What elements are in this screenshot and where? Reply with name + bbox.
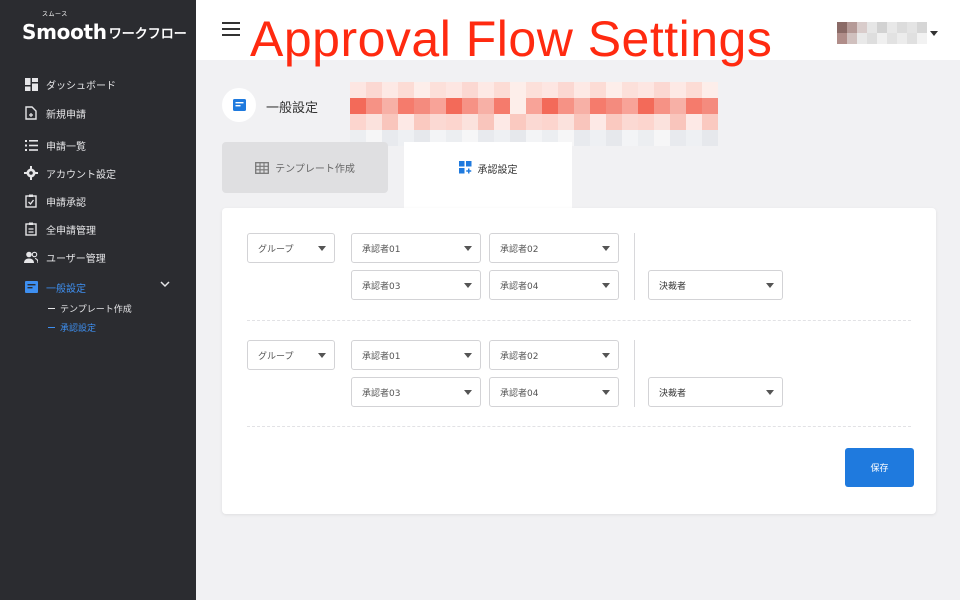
sidebar-item-label: ユーザー管理	[46, 253, 106, 265]
sidebar-item-label: 申請承認	[46, 197, 86, 209]
approver-select-value: 承認者02	[500, 244, 539, 255]
dropdown-arrow-icon	[602, 246, 610, 251]
sidebar-item-label: 一般設定	[46, 283, 86, 295]
final-approver-select[interactable]: 決裁者	[648, 377, 783, 407]
sidebar-item-label: アカウント設定	[46, 169, 116, 181]
redacted-block	[350, 82, 718, 146]
group-select-value: グループ	[258, 244, 294, 255]
dropdown-arrow-icon	[464, 283, 472, 288]
approver-select-04[interactable]: 承認者04	[489, 377, 619, 407]
overlay-title: Approval Flow Settings	[250, 11, 773, 67]
sidebar-item-request-approval[interactable]: 申請承認	[24, 191, 86, 211]
tab-label: 承認設定	[477, 165, 518, 176]
approver-select-02[interactable]: 承認者02	[489, 233, 619, 263]
user-name-redacted	[837, 22, 927, 44]
logo-ruby: スムース	[42, 11, 68, 18]
approver-select-03[interactable]: 承認者03	[351, 377, 481, 407]
approver-select-value: 承認者04	[500, 388, 539, 399]
page-icon	[222, 88, 256, 122]
dashboard-icon	[24, 77, 38, 91]
clipboard-icon	[24, 222, 38, 236]
sidebar-subitem-template[interactable]: テンプレート作成	[48, 302, 132, 315]
dropdown-arrow-icon	[464, 390, 472, 395]
logo-brand: Smooth	[22, 20, 107, 44]
approver-select-value: 承認者01	[362, 244, 401, 255]
tab-approval-settings[interactable]: 承認設定	[404, 142, 572, 212]
tab-template[interactable]: テンプレート作成	[222, 142, 388, 193]
approver-select-value: 承認者03	[362, 281, 401, 292]
sidebar-item-label: 新規申請	[46, 109, 86, 121]
gear-icon	[24, 166, 38, 180]
dropdown-arrow-icon	[318, 353, 326, 358]
dropdown-arrow-icon	[602, 283, 610, 288]
divider	[634, 233, 635, 300]
approver-select-04[interactable]: 承認者04	[489, 270, 619, 300]
approval-grid-icon	[458, 161, 472, 174]
final-approver-select[interactable]: 決裁者	[648, 270, 783, 300]
table-grid-icon	[255, 161, 270, 174]
list-icon	[24, 138, 38, 152]
approver-select-03[interactable]: 承認者03	[351, 270, 481, 300]
tab-label: テンプレート作成	[275, 164, 355, 175]
save-button[interactable]: 保存	[845, 448, 914, 487]
group-select[interactable]: グループ	[247, 340, 335, 370]
sidebar-subitem-label: 承認設定	[60, 324, 97, 334]
final-approver-value: 決裁者	[659, 281, 687, 292]
logo-subtitle: ワークフロー	[108, 27, 187, 42]
approver-select-value: 承認者03	[362, 388, 401, 399]
approver-select-value: 承認者01	[362, 351, 401, 362]
dropdown-arrow-icon	[464, 353, 472, 358]
approver-select-value: 承認者04	[500, 281, 539, 292]
dropdown-arrow-icon	[464, 246, 472, 251]
dropdown-arrow-icon	[766, 283, 774, 288]
sidebar-item-account-settings[interactable]: アカウント設定	[24, 163, 116, 183]
divider	[634, 340, 635, 407]
dropdown-arrow-icon	[318, 246, 326, 251]
approver-select-02[interactable]: 承認者02	[489, 340, 619, 370]
sidebar-item-label: 申請一覧	[46, 141, 86, 153]
settings-doc-icon	[232, 99, 246, 111]
user-menu[interactable]	[837, 22, 938, 44]
sidebar-item-label: ダッシュボード	[46, 80, 116, 92]
approver-select-01[interactable]: 承認者01	[351, 233, 481, 263]
sidebar-subitem-approval-settings[interactable]: 承認設定	[48, 321, 96, 334]
top-bar: Approval Flow Settings	[196, 0, 960, 64]
sidebar-item-label: 全申請管理	[46, 225, 96, 237]
new-request-icon	[24, 106, 38, 120]
dash-icon	[48, 327, 55, 328]
final-approver-value: 決裁者	[659, 388, 687, 399]
menu-icon[interactable]	[222, 22, 240, 36]
approval-flow-card: グループ 承認者01 承認者02 承認者03 承認者04 決裁者 グループ 承認…	[222, 208, 936, 514]
dropdown-arrow-icon	[602, 390, 610, 395]
sidebar-item-new-request[interactable]: 新規申請	[24, 103, 86, 123]
sidebar-item-all-requests[interactable]: 全申請管理	[24, 219, 96, 239]
dropdown-arrow-icon	[602, 353, 610, 358]
sidebar-item-request-list[interactable]: 申請一覧	[24, 135, 86, 155]
app-logo[interactable]: Smooth スムース ワークフロー	[22, 11, 187, 44]
approver-select-value: 承認者02	[500, 351, 539, 362]
caret-down-icon	[930, 30, 938, 36]
sidebar-item-general-settings[interactable]: 一般設定	[24, 277, 184, 297]
sidebar: Smooth スムース ワークフロー ダッシュボード 新規申請 申請一覧 アカウ…	[0, 0, 196, 600]
settings-doc-icon	[24, 280, 38, 294]
approve-check-icon	[24, 194, 38, 208]
row-divider	[247, 426, 911, 427]
group-select[interactable]: グループ	[247, 233, 335, 263]
users-icon	[24, 250, 38, 264]
sidebar-subitem-label: テンプレート作成	[60, 305, 132, 315]
sidebar-item-dashboard[interactable]: ダッシュボード	[24, 74, 116, 94]
page-title: 一般設定	[266, 101, 319, 116]
row-divider	[247, 320, 911, 321]
group-select-value: グループ	[258, 351, 294, 362]
chevron-down-icon[interactable]	[160, 280, 170, 291]
sidebar-item-user-management[interactable]: ユーザー管理	[24, 247, 106, 267]
dash-icon	[48, 308, 55, 309]
dropdown-arrow-icon	[766, 390, 774, 395]
approver-select-01[interactable]: 承認者01	[351, 340, 481, 370]
